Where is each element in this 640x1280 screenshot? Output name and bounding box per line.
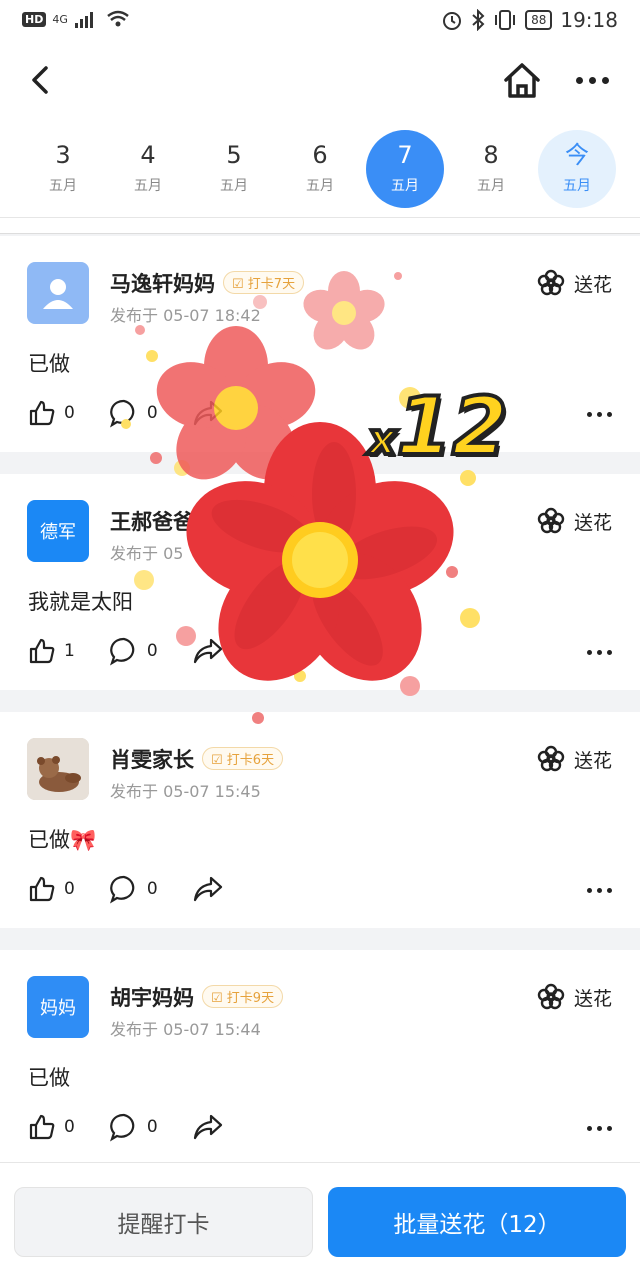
flower-icon <box>537 269 565 296</box>
send-flower-button[interactable]: 送花 <box>536 268 612 298</box>
post-time: 发布于 05-07 18:42 <box>110 306 261 325</box>
post-card: 妈妈 胡宇妈妈 ☑ 打卡9天 发布于 05-07 15:44 送花 已做 0 0 <box>0 950 640 1162</box>
bottom-action-bar: 提醒打卡 批量送花（12） <box>0 1162 640 1280</box>
post-time: 发布于 05-07 15:44 <box>110 1020 261 1039</box>
share-button[interactable] <box>192 636 224 666</box>
post-card: 肖雯家长 ☑ 打卡6天 发布于 05-07 15:45 送花 已做🎀 0 0 <box>0 712 640 928</box>
comment-icon <box>109 1113 135 1142</box>
avatar[interactable] <box>27 738 89 800</box>
checkin-badge: ☑ 打卡9天 <box>202 985 284 1008</box>
checkin-badge: ☑ 打卡7天 <box>223 271 305 294</box>
post-more-button[interactable] <box>587 412 612 417</box>
flower-icon <box>537 983 565 1010</box>
comment-button[interactable]: 0 <box>109 398 158 428</box>
post-more-button[interactable] <box>587 1126 612 1131</box>
author-name[interactable]: 马逸轩妈妈 ☑ 打卡7天 <box>110 268 305 298</box>
avatar[interactable]: 德军 <box>27 500 89 562</box>
network-type: 4G <box>52 12 68 26</box>
send-flower-button[interactable]: 送花 <box>536 982 612 1012</box>
share-icon <box>193 400 222 426</box>
post-content: 我就是太阳 <box>28 590 133 614</box>
section-divider <box>0 218 640 234</box>
avatar[interactable] <box>27 262 89 324</box>
date-selector: 3 五月 4 五月 5 五月 6 五月 7 五月 8 五月 今五月 <box>0 118 640 218</box>
share-icon <box>193 1114 222 1140</box>
thumbs-up-icon <box>29 400 55 426</box>
batch-send-flowers-button[interactable]: 批量送花（12） <box>328 1187 626 1257</box>
flower-icon <box>537 507 565 534</box>
comment-button[interactable]: 0 <box>109 874 158 904</box>
date-item[interactable]: 5 五月 <box>195 130 273 208</box>
hd-indicator: HD <box>22 11 47 27</box>
send-flower-button[interactable]: 送花 <box>536 744 612 774</box>
thumbs-up-icon <box>29 1114 55 1140</box>
author-name[interactable]: 王郝爸爸 <box>110 506 194 536</box>
post-more-button[interactable] <box>587 888 612 893</box>
send-flower-button[interactable]: 送花 <box>536 506 612 536</box>
remind-checkin-button[interactable]: 提醒打卡 <box>14 1187 313 1257</box>
share-button[interactable] <box>192 874 224 904</box>
alarm-icon <box>443 12 462 30</box>
clock: 19:18 <box>560 8 618 32</box>
post-content: 已做 <box>28 352 70 376</box>
comment-icon <box>109 399 135 428</box>
battery-level: 88 <box>525 10 553 30</box>
thumbs-up-icon <box>29 638 55 664</box>
post-card: 德军 王郝爸爸 发布于 05 送花 我就是太阳 1 0 <box>0 474 640 690</box>
status-bar: HD 4G 88 19:18 <box>0 0 640 44</box>
bluetooth-icon <box>472 9 485 31</box>
teddy-bear-photo <box>27 738 89 800</box>
post-content: 已做🎀 <box>28 828 97 852</box>
date-item[interactable]: 3 五月 <box>24 130 102 208</box>
wifi-icon <box>107 10 129 27</box>
comment-button[interactable]: 0 <box>109 1112 158 1142</box>
post-more-button[interactable] <box>587 650 612 655</box>
vibrate-icon <box>495 10 516 30</box>
like-button[interactable]: 0 <box>28 399 75 427</box>
nav-bar <box>0 44 640 118</box>
like-button[interactable]: 1 <box>28 637 75 665</box>
home-icon[interactable] <box>500 58 544 102</box>
flower-count-multiplier: x12 <box>366 378 510 475</box>
date-item-today[interactable]: 今五月 <box>538 130 616 208</box>
like-button[interactable]: 0 <box>28 875 75 903</box>
back-arrow-icon[interactable] <box>22 60 62 100</box>
share-icon <box>193 638 222 664</box>
flower-icon <box>537 745 565 772</box>
share-button[interactable] <box>192 398 224 428</box>
author-name[interactable]: 胡宇妈妈 ☑ 打卡9天 <box>110 982 284 1012</box>
post-content: 已做 <box>28 1066 70 1090</box>
date-item[interactable]: 6 五月 <box>281 130 359 208</box>
date-item[interactable]: 8 五月 <box>452 130 530 208</box>
avatar[interactable]: 妈妈 <box>27 976 89 1038</box>
post-time: 发布于 05 <box>110 544 184 563</box>
date-item[interactable]: 4 五月 <box>109 130 187 208</box>
share-icon <box>193 876 222 902</box>
post-time: 发布于 05-07 15:45 <box>110 782 261 801</box>
comment-icon <box>109 875 135 904</box>
user-silhouette-icon <box>43 279 73 309</box>
comment-icon <box>109 637 135 666</box>
more-options-button[interactable] <box>576 72 620 88</box>
thumbs-up-icon <box>29 876 55 902</box>
comment-button[interactable]: 0 <box>109 636 158 666</box>
date-item-selected[interactable]: 7 五月 <box>366 130 444 208</box>
share-button[interactable] <box>192 1112 224 1142</box>
signal-icon <box>74 12 93 28</box>
post-card: 马逸轩妈妈 ☑ 打卡7天 发布于 05-07 18:42 送花 已做 0 0 <box>0 236 640 452</box>
author-name[interactable]: 肖雯家长 ☑ 打卡6天 <box>110 744 284 774</box>
like-button[interactable]: 0 <box>28 1113 75 1141</box>
checkin-badge: ☑ 打卡6天 <box>202 747 284 770</box>
